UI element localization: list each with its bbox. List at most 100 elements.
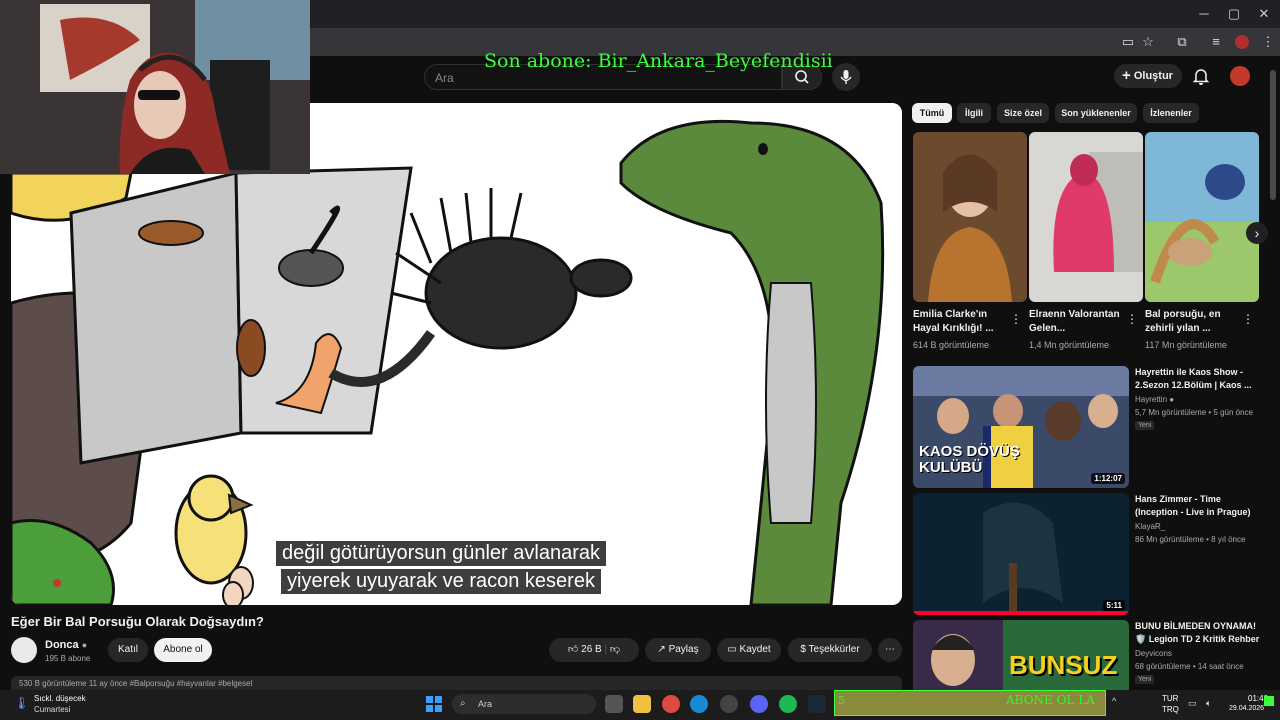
account-avatar[interactable] bbox=[1230, 66, 1250, 86]
chip-recently-uploaded[interactable]: Son yüklenenler bbox=[1055, 103, 1137, 123]
recommendation-title-1[interactable]: Hayrettin ile Kaos Show - 2.Sezon 12.Böl… bbox=[1135, 366, 1260, 392]
share-label: Paylaş bbox=[668, 644, 699, 655]
app-icon[interactable] bbox=[720, 695, 738, 713]
webcam-overlay bbox=[0, 0, 310, 174]
channel-name[interactable]: Donca ● bbox=[45, 639, 87, 651]
chrome-icon[interactable] bbox=[662, 695, 680, 713]
description-text: 530 B görüntüleme 11 ay önce #Balporsuğu… bbox=[19, 679, 253, 688]
short-views-2: 1,4 Mn görüntüleme bbox=[1029, 340, 1110, 350]
save-label: Kaydet bbox=[739, 644, 771, 655]
keyboard-layout: TRQ bbox=[1162, 705, 1179, 714]
like-dislike-group: 👍︎ 26 B | 👎︎ bbox=[549, 638, 639, 662]
channel-name-text[interactable]: Donca bbox=[45, 639, 79, 651]
recommendation-meta-2: 86 Mn görüntüleme • 8 yıl önce bbox=[1135, 535, 1246, 544]
recommendation-channel-1[interactable]: Hayrettin ● bbox=[1135, 395, 1174, 404]
taskbar-search-input[interactable]: ⌕ Ara bbox=[452, 694, 596, 714]
steam-icon[interactable] bbox=[808, 695, 826, 713]
task-view-icon[interactable] bbox=[605, 695, 623, 713]
taskbar-search-placeholder: Ara bbox=[478, 699, 493, 709]
microphone-icon bbox=[840, 70, 852, 84]
short-thumbnail-image bbox=[1145, 132, 1259, 302]
recommendation-channel-3[interactable]: Deyvicons bbox=[1135, 649, 1172, 658]
bell-icon bbox=[1192, 69, 1210, 85]
start-button[interactable] bbox=[425, 695, 443, 713]
weather-subtitle: Cumartesi bbox=[34, 705, 71, 714]
short-thumbnail-3[interactable] bbox=[1145, 132, 1259, 302]
description-box[interactable]: 530 B görüntüleme 11 ay önce #Balporsuğu… bbox=[11, 676, 902, 690]
weather-title[interactable]: Sıckl. düşecek bbox=[34, 694, 86, 703]
bookmark-star-icon[interactable]: ☆ bbox=[1138, 32, 1158, 52]
network-icon[interactable]: ▭ bbox=[1188, 698, 1197, 709]
recommendation-channel-2[interactable]: KlayaR_ bbox=[1135, 522, 1165, 531]
video-frame-illustration bbox=[11, 103, 902, 605]
notification-icon[interactable] bbox=[1264, 696, 1274, 706]
thanks-button[interactable]: $ Teşekkürler bbox=[788, 638, 872, 662]
subtitle-line-2: yiyerek uyuyarak ve racon keserek bbox=[281, 569, 601, 594]
profile-icon[interactable] bbox=[1232, 32, 1252, 52]
join-button[interactable]: Katıl bbox=[108, 638, 148, 662]
more-actions-button[interactable]: ⋯ bbox=[878, 638, 902, 662]
thanks-label: Teşekkürler bbox=[808, 644, 860, 655]
short-thumbnail-2[interactable] bbox=[1029, 132, 1143, 302]
maximize-button[interactable]: ▢ bbox=[1222, 4, 1246, 24]
save-button[interactable]: ▭ Kaydet bbox=[717, 638, 781, 662]
verified-icon: ● bbox=[1169, 395, 1175, 404]
new-badge: Yeni bbox=[1135, 421, 1155, 430]
dislike-icon[interactable]: 👎︎ bbox=[610, 644, 620, 655]
plus-icon: + bbox=[1122, 67, 1131, 84]
short-menu-icon[interactable]: ⋮ bbox=[1242, 312, 1254, 326]
short-menu-icon[interactable]: ⋮ bbox=[1010, 312, 1022, 326]
last-subscriber-overlay: Son abone: Bir_Ankara_Beyefendisii bbox=[484, 50, 833, 72]
recommendation-title-3[interactable]: BUNU BİLMEDEN OYNAMA! 🛡️ Legion TD 2 Kri… bbox=[1135, 620, 1260, 646]
short-thumbnail-1[interactable] bbox=[913, 132, 1027, 302]
video-player[interactable] bbox=[11, 103, 902, 605]
recommendation-thumbnail-3[interactable]: BUNSUZ bbox=[913, 620, 1129, 690]
volume-icon[interactable]: 🔈︎ bbox=[1206, 698, 1211, 709]
chevron-right-icon: › bbox=[1254, 225, 1260, 241]
channel-avatar[interactable] bbox=[11, 637, 37, 663]
extensions-icon[interactable]: ⧉ bbox=[1172, 32, 1192, 52]
marquee-left-text: 5 bbox=[838, 694, 845, 707]
webcam-feed bbox=[0, 0, 310, 174]
thumbnail-text: KAOS DÖVÜŞ KULÜBÜ bbox=[919, 443, 1020, 476]
chip-for-you[interactable]: Size özel bbox=[997, 103, 1049, 123]
short-views-3: 117 Mn görüntüleme bbox=[1145, 340, 1227, 350]
thermometer-icon[interactable]: 🌡︎ bbox=[14, 696, 29, 710]
recommendation-thumbnail-1[interactable]: KAOS DÖVÜŞ KULÜBÜ 1:12:07 bbox=[913, 366, 1129, 488]
share-button[interactable]: ↗ Paylaş bbox=[645, 638, 711, 662]
voice-search-button[interactable] bbox=[832, 63, 860, 91]
like-icon[interactable]: 👍︎ bbox=[568, 644, 578, 655]
chip-all[interactable]: Tümü bbox=[912, 103, 952, 123]
file-explorer-icon[interactable] bbox=[633, 695, 651, 713]
browser-menu-icon[interactable]: ⋮ bbox=[1258, 32, 1278, 52]
page-scrollbar[interactable] bbox=[1270, 70, 1276, 200]
edge-icon[interactable] bbox=[690, 695, 708, 713]
create-button[interactable]: + Oluştur bbox=[1114, 64, 1182, 88]
cast-icon[interactable]: ▭ bbox=[1118, 32, 1138, 52]
notifications-button[interactable] bbox=[1192, 66, 1210, 86]
like-count[interactable]: 26 B bbox=[581, 644, 602, 655]
discord-icon[interactable] bbox=[750, 695, 768, 713]
tray-chevron-icon[interactable]: ^ bbox=[1112, 696, 1116, 706]
reading-list-icon[interactable]: ≡ bbox=[1206, 32, 1226, 52]
shorts-next-button[interactable]: › bbox=[1246, 222, 1268, 244]
short-thumbnail-image bbox=[913, 132, 1027, 302]
close-button[interactable]: ✕ bbox=[1252, 4, 1276, 24]
short-title-3[interactable]: Bal porsuğu, en zehirli yılan ... bbox=[1145, 308, 1241, 336]
chip-related[interactable]: İlgili bbox=[957, 103, 991, 123]
subscriber-count: 195 B abone bbox=[45, 654, 91, 663]
short-title-2[interactable]: Elraenn Valorantan Gelen... bbox=[1029, 308, 1125, 336]
keyboard-language[interactable]: TUR bbox=[1162, 694, 1178, 703]
chip-watched[interactable]: İzlenenler bbox=[1143, 103, 1199, 123]
dollar-icon: $ bbox=[800, 644, 806, 655]
recommendation-title-2[interactable]: Hans Zimmer - Time (Inception - Live in … bbox=[1135, 493, 1260, 519]
video-duration: 1:12:07 bbox=[1091, 473, 1125, 484]
spotify-icon[interactable] bbox=[779, 695, 797, 713]
short-menu-icon[interactable]: ⋮ bbox=[1126, 312, 1138, 326]
short-title-1[interactable]: Emilia Clarke'ın Hayal Kırıklığı! ... bbox=[913, 308, 1009, 336]
subscribe-button[interactable]: Abone ol bbox=[154, 638, 212, 662]
recommendation-thumbnail-2[interactable]: 5:11 bbox=[913, 493, 1129, 615]
verified-icon: ● bbox=[81, 640, 88, 650]
minimize-button[interactable]: ─ bbox=[1192, 4, 1216, 24]
search-icon: ⌕ bbox=[460, 698, 466, 709]
